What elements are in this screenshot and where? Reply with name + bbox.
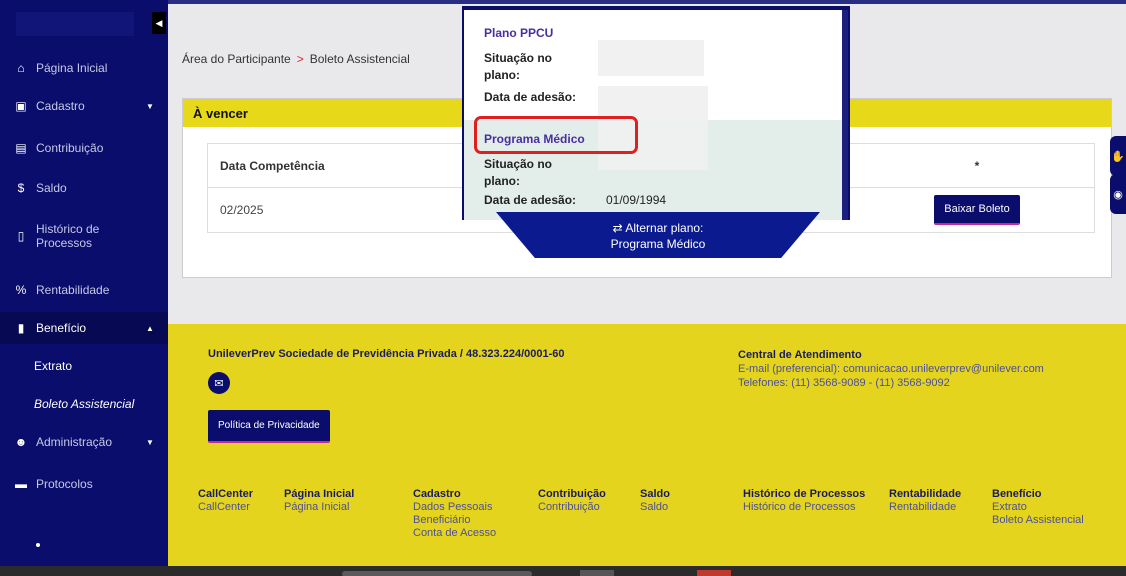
footer-col-pagina-inicial: Página Inicial Página Inicial [284, 488, 355, 513]
breadcrumb-current: Boleto Assistencial [309, 52, 410, 66]
download-boleto-button[interactable]: Baixar Boleto [934, 195, 1020, 225]
document-icon: ▯ [17, 229, 25, 243]
sidebar-item-contribuicao[interactable]: ▤ Contribuição [0, 138, 168, 158]
sidebar-item-saldo[interactable]: $ Saldo [0, 178, 168, 198]
users-icon: ☻ [14, 435, 28, 449]
percent-icon: % [15, 283, 27, 297]
sidebar-subitem-boleto[interactable]: Boleto Assistencial [0, 397, 168, 411]
redacted-field [598, 40, 704, 76]
breadcrumb-root[interactable]: Área do Participante [182, 52, 291, 66]
footer-col-contribuicao: Contribuição Contribuição [538, 488, 606, 513]
privacy-policy-button[interactable]: Política de Privacidade [208, 410, 330, 443]
footer-email[interactable]: E-mail (preferencial): comunicacao.unile… [738, 362, 1044, 376]
chevron-down-icon: ▼ [146, 437, 154, 447]
taskbar-app[interactable] [580, 570, 614, 576]
switch-plan-tab[interactable]: ⇄ Alternar plano: Programa Médico [496, 212, 820, 258]
plan-medico-adesao-date: 01/09/1994 [606, 193, 667, 207]
archive-icon: ▬ [15, 477, 27, 491]
sidebar-logo [16, 12, 134, 36]
sidebar: ◀ ⌂ Página Inicial ▣ Cadastro ▼ ▤ Contri… [0, 0, 168, 566]
plan-popup: Plano PPCU Situação no plano: Data de ad… [462, 6, 850, 220]
sidebar-item-beneficio[interactable]: ▮ Benefício ▲ [0, 312, 168, 344]
footer-col-rentabilidade: Rentabilidade Rentabilidade [889, 488, 962, 513]
dollar-icon: $ [17, 181, 25, 195]
column-header-competencia: Data Competência [220, 158, 325, 173]
footer-col-cadastro: Cadastro Dados Pessoais Beneficiário Con… [413, 488, 497, 539]
footer-company: UnileverPrev Sociedade de Previdência Pr… [208, 348, 565, 360]
calculator-icon: ▤ [15, 141, 27, 155]
footer-col-callcenter: CallCenter CallCenter [198, 488, 254, 513]
popup-scrollbar[interactable] [842, 10, 848, 220]
id-card-icon: ▣ [15, 99, 27, 113]
sidebar-item-pagina-inicial[interactable]: ⌂ Página Inicial [0, 58, 168, 78]
taskbar [0, 566, 1126, 576]
row-date: 02/2025 [220, 203, 264, 217]
sidebar-subitem-extrato[interactable]: Extrato [0, 359, 168, 373]
footer-col-beneficio: Benefício Extrato Boleto Assistencial [992, 488, 1084, 526]
sidebar-item-protocolos[interactable]: ▬ Protocolos [0, 474, 168, 494]
taskbar-app[interactable] [697, 570, 731, 576]
accessibility-eye-icon[interactable]: ◉ [1110, 174, 1126, 214]
chevron-up-icon: ▲ [146, 323, 154, 333]
home-icon: ⌂ [17, 61, 25, 75]
sidebar-item-historico[interactable]: ▯ Histórico de Processos [0, 220, 168, 252]
highlight-box [474, 116, 638, 154]
sidebar-item-cadastro[interactable]: ▣ Cadastro ▼ [0, 96, 168, 116]
clipboard-icon: ▮ [17, 321, 25, 335]
sidebar-collapse-icon[interactable]: ◀ [152, 12, 166, 34]
footer-phones: Telefones: (11) 3568-9089 - (11) 3568-90… [738, 377, 950, 389]
sidebar-item-rentabilidade[interactable]: % Rentabilidade [0, 280, 168, 300]
sidebar-dot [36, 543, 40, 547]
top-border [168, 0, 1126, 4]
chevron-down-icon: ▼ [146, 101, 154, 111]
breadcrumb: Área do Participante > Boleto Assistenci… [182, 52, 410, 66]
plan-ppcu-title: Plano PPCU [484, 26, 554, 40]
redacted-field [598, 86, 708, 120]
column-header-actions: * [974, 158, 980, 173]
sidebar-item-administracao[interactable]: ☻ Administração ▼ [0, 432, 168, 452]
plan-ppcu[interactable]: Plano PPCU Situação no plano: Data de ad… [464, 10, 842, 120]
swap-icon: ⇄ [612, 221, 626, 235]
breadcrumb-separator: > [296, 52, 304, 66]
footer-col-saldo: Saldo Saldo [640, 488, 670, 513]
mail-icon[interactable]: ✉ [208, 372, 230, 394]
accessibility-hand-icon[interactable]: ✋ [1110, 136, 1126, 176]
footer: UnileverPrev Sociedade de Previdência Pr… [168, 324, 1126, 566]
current-plan-name: Programa Médico [610, 237, 706, 251]
taskbar-search[interactable] [342, 571, 532, 576]
footer-col-historico: Histórico de Processos Histórico de Proc… [743, 488, 866, 513]
footer-central: Central de Atendimento E-mail (preferenc… [738, 349, 1044, 389]
